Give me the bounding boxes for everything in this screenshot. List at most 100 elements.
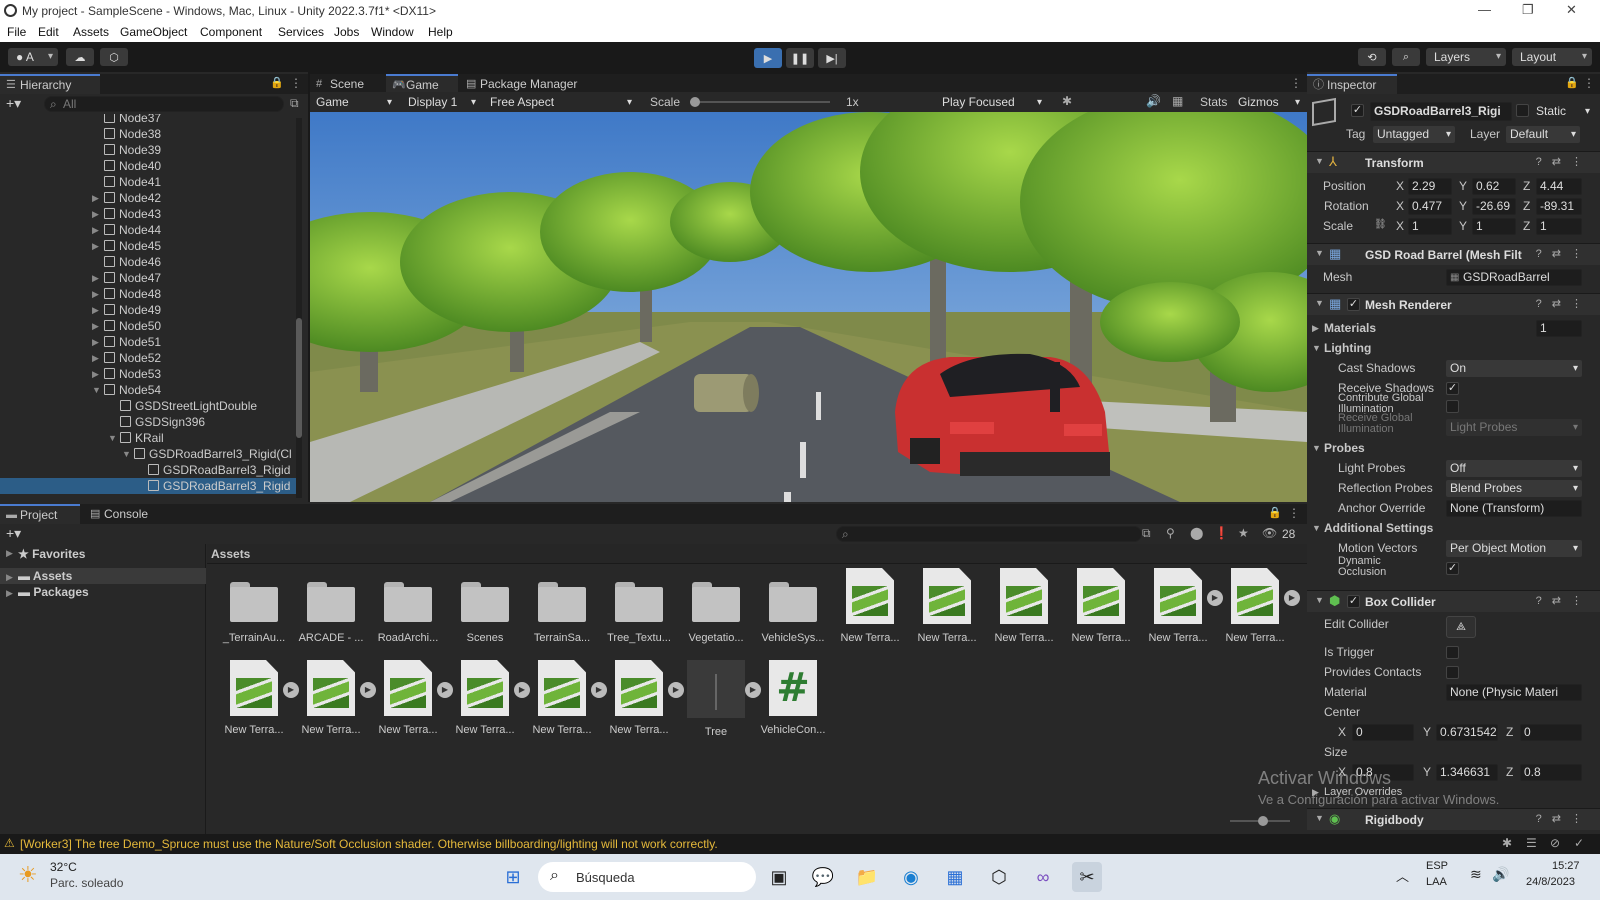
hierarchy-item[interactable]: GSDStreetLightDouble: [120, 398, 257, 414]
hierarchy-scroll-thumb[interactable]: [296, 318, 302, 438]
contribute-gi-checkbox[interactable]: [1446, 400, 1459, 413]
hierarchy-item[interactable]: KRail: [120, 430, 164, 446]
hierarchy-item[interactable]: Node51: [104, 334, 161, 350]
menu-window[interactable]: Window: [371, 25, 414, 39]
stack-icon[interactable]: ☰: [1526, 836, 1537, 850]
box-collider-enabled-checkbox[interactable]: ✓: [1347, 595, 1360, 608]
asset-item[interactable]: RoadArchi...: [371, 568, 445, 644]
status-message[interactable]: [Worker3] The tree Demo_Spruce must use …: [20, 837, 718, 851]
close-button[interactable]: ✕: [1566, 2, 1577, 18]
edit-collider-button[interactable]: ⟁: [1446, 616, 1476, 638]
materials-count-field[interactable]: 1: [1536, 320, 1582, 337]
size-y-field[interactable]: 1.346631: [1436, 764, 1498, 781]
asset-item[interactable]: ARCADE - ...: [294, 568, 368, 644]
aspect-dropdown[interactable]: Free Aspect: [486, 94, 636, 111]
hierarchy-item[interactable]: Node46: [104, 254, 161, 270]
component-buttons[interactable]: ?⇄⋮: [1536, 247, 1592, 260]
tab-inspector[interactable]: ⓘ Inspector: [1307, 74, 1397, 94]
hierarchy-item[interactable]: Node47: [104, 270, 161, 286]
fold-arrow-icon[interactable]: ▶: [92, 305, 99, 316]
rotation-y-field[interactable]: -26.69: [1472, 198, 1516, 215]
position-x-field[interactable]: 2.29: [1408, 178, 1452, 195]
hierarchy-item[interactable]: GSDRoadBarrel3_Rigid(Cl: [134, 446, 292, 462]
layer-dropdown[interactable]: Default: [1506, 126, 1580, 143]
expand-prefab-arrow-icon[interactable]: ▶: [1284, 590, 1300, 606]
asset-item[interactable]: New Terra...: [525, 660, 599, 736]
breadcrumb-assets[interactable]: Assets: [211, 547, 250, 561]
asset-item[interactable]: New Terra...: [1064, 568, 1138, 644]
hierarchy-item[interactable]: Node50: [104, 318, 161, 334]
asset-item[interactable]: Tree_Textu...: [602, 568, 676, 644]
history-button[interactable]: ⟲: [1358, 48, 1386, 66]
game-mode-dropdown[interactable]: Game: [312, 94, 396, 111]
packages-item[interactable]: ▬ Packages: [18, 584, 89, 600]
hierarchy-item[interactable]: Node44: [104, 222, 161, 238]
asset-item[interactable]: New Terra...: [294, 660, 368, 736]
lang-code[interactable]: ESP: [1426, 860, 1448, 872]
hierarchy-item[interactable]: Node41: [104, 174, 161, 190]
fold-arrow-icon[interactable]: ▶: [92, 321, 99, 332]
file-explorer-icon[interactable]: 📁: [852, 862, 882, 892]
transform-header[interactable]: ▼ ⅄ Transform ?⇄⋮: [1307, 151, 1600, 173]
weather-temp[interactable]: 32°C: [50, 860, 77, 874]
snipping-tool-icon[interactable]: ✂: [1072, 862, 1102, 892]
object-name-field[interactable]: GSDRoadBarrel3_Rigi: [1370, 102, 1512, 121]
receive-shadows-checkbox[interactable]: ✓: [1446, 382, 1459, 395]
fold-arrow-icon[interactable]: ▶: [92, 353, 99, 364]
asset-item[interactable]: Scenes: [448, 568, 522, 644]
scale-slider[interactable]: [690, 97, 830, 107]
start-windows-icon[interactable]: ⊞: [498, 862, 528, 892]
hierarchy-item[interactable]: GSDSign396: [120, 414, 205, 430]
pause-button[interactable]: ❚❚: [786, 48, 814, 68]
search-by-type-icon[interactable]: ⧉: [1142, 526, 1151, 541]
game-viewport[interactable]: [310, 112, 1307, 502]
asset-item[interactable]: New Terra...: [448, 660, 522, 736]
rigidbody-header[interactable]: ▼ ◉ Rigidbody ?⇄⋮: [1307, 808, 1600, 830]
asset-item[interactable]: TerrainSa...: [525, 568, 599, 644]
lock-icon[interactable]: 🔒: [1565, 76, 1579, 89]
asset-item[interactable]: New Terra...: [602, 660, 676, 736]
receive-gi-dropdown[interactable]: Light Probes: [1446, 419, 1582, 436]
icon-size-slider[interactable]: [1230, 816, 1290, 826]
fold-arrow-icon[interactable]: ▼: [1312, 343, 1321, 353]
maximize-button[interactable]: ❐: [1522, 2, 1534, 18]
tab-game[interactable]: 🎮 Game: [386, 74, 458, 94]
fold-arrow-icon[interactable]: ▶: [92, 337, 99, 348]
minimize-button[interactable]: —: [1478, 2, 1491, 17]
kebab-menu-icon[interactable]: ⋮: [290, 76, 302, 90]
add-icon[interactable]: +▾: [6, 95, 21, 112]
asset-item[interactable]: VehicleSys...: [756, 568, 830, 644]
center-z-field[interactable]: 0: [1520, 724, 1582, 741]
favorite-star-icon[interactable]: ★: [1238, 526, 1249, 540]
tab-project[interactable]: ▬ Project: [0, 504, 80, 524]
fold-arrow-icon[interactable]: ▼: [1315, 813, 1324, 823]
wifi-icon[interactable]: ≋: [1470, 866, 1482, 883]
fold-arrow-icon[interactable]: ▼: [1315, 595, 1324, 605]
menu-services[interactable]: Services: [278, 25, 324, 39]
store-icon[interactable]: ▦: [940, 862, 970, 892]
unity-hub-icon[interactable]: ⬡: [984, 862, 1014, 892]
fold-arrow-icon[interactable]: ▶: [6, 588, 13, 599]
component-buttons[interactable]: ?⇄⋮: [1536, 812, 1592, 825]
gizmos-dropdown[interactable]: Gizmos: [1234, 94, 1304, 111]
asset-item[interactable]: New Terra...: [910, 568, 984, 644]
static-dropdown[interactable]: Static: [1532, 103, 1594, 120]
asset-item[interactable]: Tree: [679, 660, 753, 738]
favorites-item[interactable]: ★ Favorites: [18, 546, 85, 562]
bug-icon[interactable]: ✱: [1062, 94, 1072, 108]
clock-time[interactable]: 15:27: [1552, 860, 1580, 872]
hierarchy-search-input[interactable]: ⌕ All: [44, 96, 284, 112]
hierarchy-item[interactable]: Node45: [104, 238, 161, 254]
fold-arrow-icon[interactable]: ▼: [1312, 443, 1321, 453]
mesh-filter-header[interactable]: ▼ ▦ GSD Road Barrel (Mesh Filt ?⇄⋮: [1307, 243, 1600, 265]
asset-item[interactable]: Vegetatio...: [679, 568, 753, 644]
weather-sun-icon[interactable]: ☀: [18, 862, 38, 888]
hierarchy-item[interactable]: Node43: [104, 206, 161, 222]
fold-arrow-icon[interactable]: ▶: [92, 209, 99, 220]
cloud-button[interactable]: ☁: [66, 48, 94, 66]
mesh-field[interactable]: ▦ GSDRoadBarrel: [1446, 269, 1582, 286]
fold-arrow-icon[interactable]: ▶: [92, 273, 99, 284]
assets-item[interactable]: ▬ Assets: [18, 568, 72, 584]
fold-arrow-icon[interactable]: ▶: [92, 369, 99, 380]
play-button[interactable]: ▶: [754, 48, 782, 68]
